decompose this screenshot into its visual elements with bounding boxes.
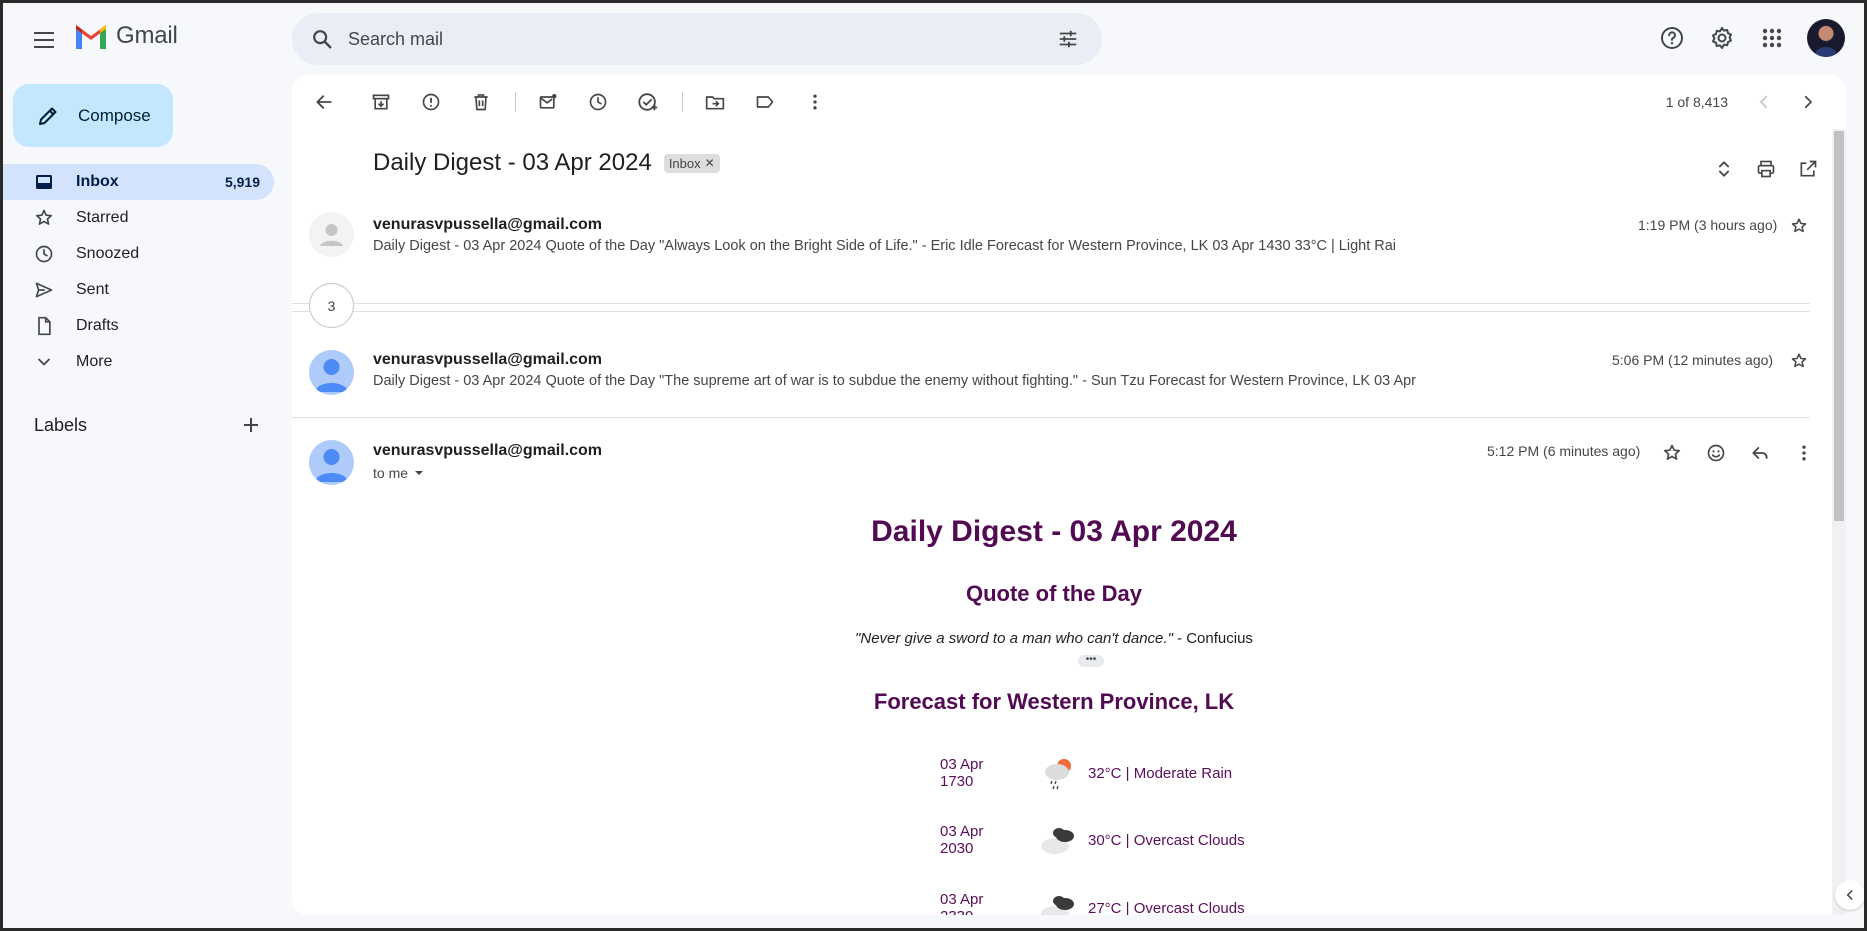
star-icon[interactable]: [1784, 346, 1814, 376]
main-menu-button[interactable]: [24, 22, 64, 58]
more-vert-icon[interactable]: [1786, 435, 1822, 471]
emoji-react-icon[interactable]: [1698, 435, 1734, 471]
sidebar-item-more[interactable]: More: [0, 344, 274, 380]
quote-author: - Confucius: [1172, 630, 1253, 647]
rain-icon: [1034, 753, 1084, 793]
star-icon[interactable]: [1784, 211, 1814, 241]
labels-title: Labels: [34, 414, 88, 435]
message-actions: [1654, 435, 1822, 471]
side-panel-chevron-left-icon[interactable]: [1835, 880, 1865, 910]
cloud-icon: [1034, 820, 1084, 860]
forecast-desc: 27°C | Overcast Clouds: [1088, 899, 1245, 916]
collapsed-messages-bar[interactable]: [292, 303, 1810, 312]
sidebar-item-label: Starred: [76, 209, 129, 226]
quote-text: "Never give a sword to a man who can't d…: [855, 630, 1173, 647]
message-collapsed[interactable]: venurasvpussella@gmail.com Daily Digest …: [292, 75, 1822, 275]
forecast-time: 03 Apr 2330: [940, 891, 984, 915]
message-divider: [292, 417, 1810, 418]
collapsed-count[interactable]: 3: [309, 283, 354, 328]
search-bar[interactable]: [292, 13, 1102, 65]
sender-avatar: [309, 350, 354, 395]
menu-icon: [34, 32, 54, 34]
add-label-plus-icon[interactable]: [236, 410, 266, 440]
recipient-details[interactable]: to me: [373, 465, 424, 481]
sidebar-item-label: Snoozed: [76, 245, 140, 262]
gmail-m-icon: [76, 25, 106, 49]
sidebar-item-sent[interactable]: Sent: [0, 272, 274, 308]
compose-button[interactable]: Compose: [13, 84, 173, 147]
caret-down-icon: [415, 471, 424, 475]
search-icon[interactable]: [300, 17, 344, 61]
sender-avatar: [309, 212, 354, 257]
settings-gear-icon[interactable]: [1701, 17, 1743, 59]
show-trimmed-content-button[interactable]: •••: [1078, 655, 1104, 667]
message-snippet: Daily Digest - 03 Apr 2024 Quote of the …: [373, 238, 1397, 254]
help-icon[interactable]: [1651, 17, 1693, 59]
message-time: 1:19 PM (3 hours ago): [1638, 217, 1778, 233]
sender-email: venurasvpussella@gmail.com: [373, 442, 603, 459]
sidebar-nav: Inbox 5,919 Starred Snoozed Sent Drafts …: [0, 164, 280, 380]
sidebar-item-starred[interactable]: Starred: [0, 200, 274, 236]
message-time: 5:12 PM (6 minutes ago): [1487, 443, 1641, 459]
forecast-desc: 32°C | Moderate Rain: [1088, 764, 1233, 782]
compose-label: Compose: [78, 105, 151, 125]
forecast-heading: Forecast for Western Province, LK: [873, 689, 1235, 714]
labels-section: Labels: [34, 410, 266, 440]
forecast-row: 03 Apr 2330 27°C | Overcast Clouds: [940, 888, 1245, 915]
cloud-icon: [1034, 888, 1084, 915]
digest-title: Daily Digest - 03 Apr 2024: [871, 515, 1237, 548]
thread-view: 1 of 8,413 Daily Digest - 03 Apr 2024 In…: [292, 75, 1846, 915]
clock-icon: [32, 242, 56, 266]
sidebar-item-label: More: [76, 353, 113, 370]
sidebar-item-label: Sent: [76, 281, 109, 298]
forecast-row: 03 Apr 2030 30°C | Overcast Clouds: [940, 820, 1245, 860]
search-options-icon[interactable]: [1048, 19, 1088, 59]
sidebar-item-inbox[interactable]: Inbox 5,919: [0, 164, 274, 200]
unread-count: 5,919: [224, 174, 260, 190]
pencil-icon: [33, 101, 63, 131]
quote-heading: Quote of the Day: [965, 581, 1142, 606]
star-icon: [32, 206, 56, 230]
forecast-time: 03 Apr 1730: [940, 756, 984, 790]
sender-avatar: [309, 440, 354, 485]
chevron-down-icon: [32, 350, 56, 374]
to-me-label: to me: [373, 465, 409, 481]
top-bar: Gmail: [0, 0, 1867, 78]
sidebar-item-label: Drafts: [76, 317, 119, 334]
message-time: 5:06 PM (12 minutes ago): [1612, 352, 1774, 368]
inbox-icon: [32, 170, 56, 194]
draft-icon: [32, 314, 56, 338]
account-avatar[interactable]: [1807, 19, 1845, 57]
sender-email: venurasvpussella@gmail.com: [373, 351, 603, 368]
sidebar-item-snoozed[interactable]: Snoozed: [0, 236, 274, 272]
search-input[interactable]: [348, 28, 1028, 50]
apps-grid-icon[interactable]: [1751, 17, 1793, 59]
reply-icon[interactable]: [1742, 435, 1778, 471]
top-right-controls: [1651, 17, 1845, 59]
quote-line: "Never give a sword to a man who can't d…: [292, 630, 1816, 647]
send-icon: [32, 278, 56, 302]
sender-email: venurasvpussella@gmail.com: [373, 216, 603, 233]
sidebar-item-drafts[interactable]: Drafts: [0, 308, 274, 344]
star-icon[interactable]: [1654, 435, 1690, 471]
sidebar-item-label: Inbox: [76, 173, 119, 190]
forecast-time: 03 Apr 2030: [940, 823, 984, 857]
message-snippet: Daily Digest - 03 Apr 2024 Quote of the …: [373, 373, 1417, 389]
gmail-logo[interactable]: Gmail: [74, 22, 178, 50]
app-name: Gmail: [116, 22, 178, 49]
scrollbar-thumb[interactable]: [1834, 131, 1844, 521]
forecast-desc: 30°C | Overcast Clouds: [1088, 831, 1245, 849]
forecast-row: 03 Apr 1730 32°C | Moderate Rain: [940, 753, 1232, 793]
